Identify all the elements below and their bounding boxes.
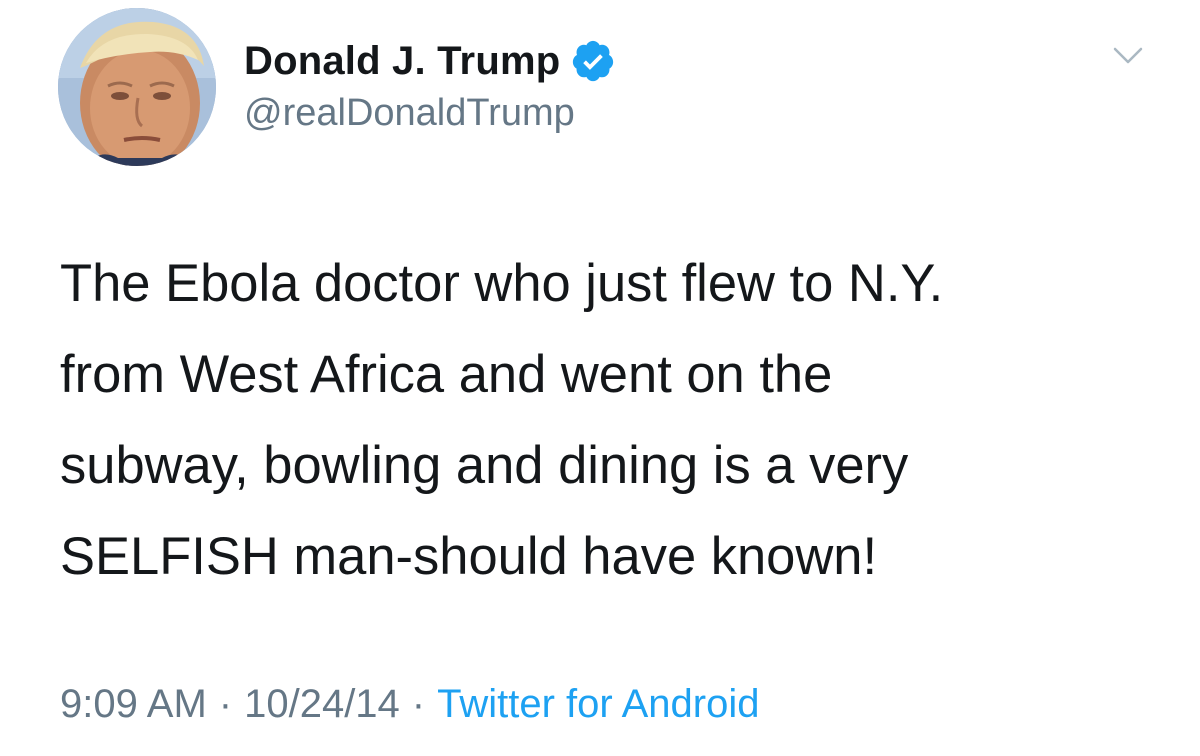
meta-separator: · [411, 681, 426, 726]
tweet-text-line: SELFISH man-should have known! [60, 527, 878, 586]
tweet-time[interactable]: 9:09 AM [60, 682, 207, 727]
tweet-date[interactable]: 10/24/14 [244, 682, 400, 727]
tweet-text-line: subway, bowling and dining is a very [60, 436, 909, 495]
tweet-meta: 9:09 AM · 10/24/14 · Twitter for Android [60, 674, 760, 734]
meta-separator: · [218, 681, 233, 726]
avatar[interactable] [58, 8, 216, 166]
tweet-text: The Ebola doctor who just flew to N.Y. f… [60, 238, 1170, 602]
verified-badge-icon [570, 38, 616, 84]
chevron-down-icon[interactable] [1112, 44, 1144, 68]
author-handle[interactable]: @realDonaldTrump [244, 92, 575, 135]
avatar-photo [58, 8, 216, 166]
tweet-text-line: from West Africa and went on the [60, 345, 833, 404]
tweet-text-line: The Ebola doctor who just flew to N.Y. [60, 254, 944, 313]
display-name[interactable]: Donald J. Trump [244, 39, 560, 84]
tweet-source-link[interactable]: Twitter for Android [437, 682, 759, 727]
tweet-card: Donald J. Trump @realDonaldTrump The Ebo… [0, 0, 1200, 756]
author-name-row[interactable]: Donald J. Trump [244, 36, 616, 86]
